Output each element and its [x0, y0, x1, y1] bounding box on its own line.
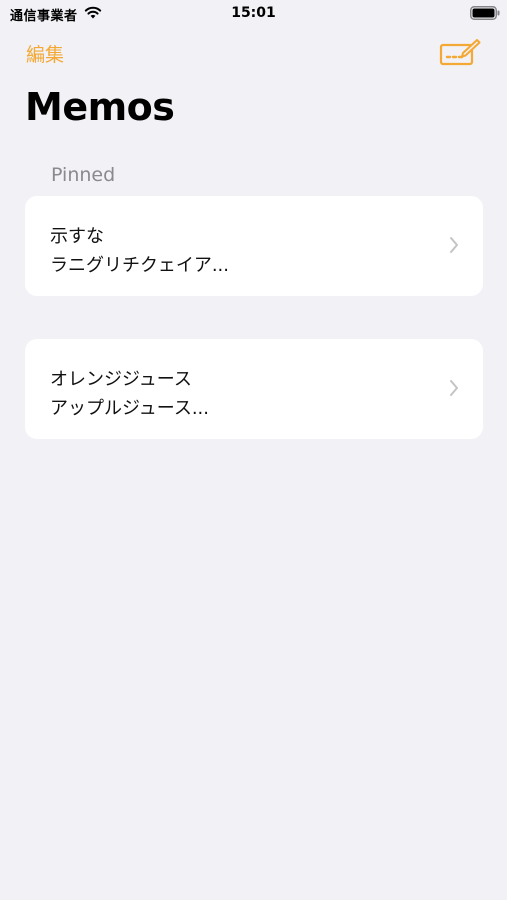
- memo-card-pinned[interactable]: 示すな ラニグリチクェイア...: [25, 196, 483, 296]
- memo-card[interactable]: オレンジジュース アップルジュース...: [25, 339, 483, 439]
- navigation-bar: 編集: [0, 36, 507, 72]
- status-time: 15:01: [231, 5, 276, 21]
- memo-title: 示すな: [50, 226, 104, 247]
- memo-title: オレンジジュース: [50, 369, 192, 390]
- pinned-section-header: Pinned: [51, 164, 116, 186]
- chevron-right-icon: [450, 380, 458, 396]
- memo-preview: アップルジュース...: [50, 398, 210, 419]
- status-bar: 通信事業者 15:01: [0, 0, 507, 28]
- battery-icon: [470, 6, 500, 20]
- page-title: Memos: [25, 85, 175, 129]
- chevron-right-icon: [450, 237, 458, 253]
- memo-preview: ラニグリチクェイア...: [50, 255, 229, 276]
- compose-icon[interactable]: [439, 36, 481, 68]
- edit-button[interactable]: 編集: [26, 40, 64, 67]
